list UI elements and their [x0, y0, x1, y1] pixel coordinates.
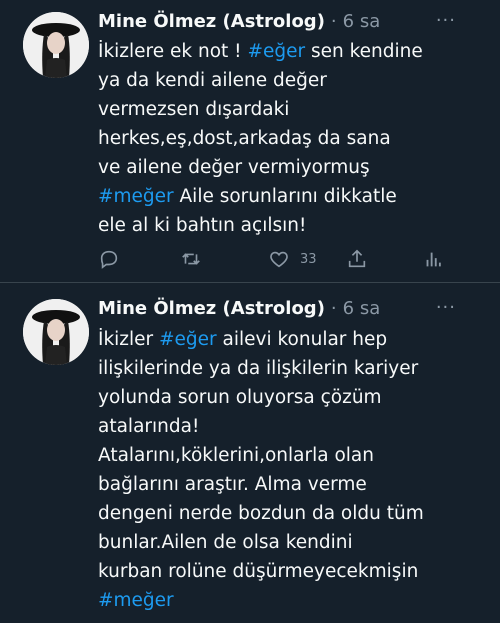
tweet-text-segment: vermezsen dışardaki — [98, 99, 290, 120]
timestamp[interactable]: 6 sa — [343, 11, 381, 32]
tweet-text-line: İkizler #eğer ailevi konular hep — [98, 325, 490, 354]
reply-icon — [100, 250, 118, 269]
tweet-text-line: bağlarını araştır. Alma verme — [98, 470, 490, 499]
author-avatar[interactable] — [23, 299, 89, 365]
tweet-text-line: ya da kendi ailene değer — [98, 66, 490, 95]
tweet-text-segment: herkes,eş,dost,arkadaş da sana — [98, 128, 391, 149]
tweet-text-line: kurban rolüne düşürmeyecekmişin — [98, 557, 490, 586]
header-separator: · — [330, 297, 337, 319]
more-options-icon[interactable]: ··· — [436, 297, 456, 318]
tweet-text-segment: ve ailene değer vermiyormuş — [98, 157, 370, 178]
tweet-text-line: ilişkilerinde ya da ilişkilerin kariyer — [98, 354, 490, 383]
hashtag-link[interactable]: #meğer — [98, 590, 174, 611]
tweet-text-segment: ele al ki bahtın açılsın! — [98, 215, 307, 236]
tweet-text: İkizler #eğer ailevi konular hep ilişkile… — [98, 325, 490, 615]
analytics-icon — [426, 252, 441, 267]
author-avatar[interactable] — [23, 12, 89, 78]
tweet-text-segment: ilişkilerinde ya da ilişkilerin kariyer — [98, 358, 419, 379]
tweet-text-line: bunlar.Ailen de olsa kendini — [98, 528, 490, 557]
tweet-text-segment: atalarında! — [98, 416, 200, 437]
tweet-text-segment: dengeni nerde bozdun da oldu tüm — [98, 503, 424, 524]
tweet-text-segment: bağlarını araştır. Alma verme — [98, 474, 367, 495]
tweet-text-segment: kurban rolüne düşürmeyecekmişin — [98, 561, 419, 582]
tweet-text-line: atalarında! — [98, 412, 490, 441]
like-count: 33 — [300, 251, 317, 267]
reply-button[interactable] — [98, 248, 120, 270]
author-name[interactable]: Mine Ölmez (Astrolog) — [98, 11, 325, 32]
hashtag-link[interactable]: #meğer — [98, 186, 174, 207]
tweet-text-segment: ya da kendi ailene değer — [98, 70, 327, 91]
tweet-text-line: yolunda sorun oluyorsa çözüm — [98, 383, 490, 412]
tweet-text-line: herkes,eş,dost,arkadaş da sana — [98, 124, 490, 153]
tweet-text-line: ele al ki bahtın açılsın! — [98, 211, 490, 240]
tweet-1[interactable]: Mine Ölmez (Astrolog) · 6 sa ··· İkizler… — [0, 0, 500, 282]
tweet-actions: 33 — [98, 248, 458, 272]
tweet-text-segment: Aile sorunlarını dikkatle — [173, 186, 397, 207]
share-button[interactable] — [346, 248, 368, 270]
timestamp[interactable]: 6 sa — [343, 298, 381, 319]
tweet-text-line: #meğer Aile sorunlarını dikkatle — [98, 182, 490, 211]
hashtag-link[interactable]: #eğer — [247, 41, 305, 62]
tweet-text-line: #meğer — [98, 586, 490, 615]
retweet-icon — [182, 253, 200, 265]
header-separator: · — [330, 10, 337, 32]
tweet-text-line: Atalarını,köklerini,onlarla olan — [98, 441, 490, 470]
tweet-text-segment: yolunda sorun oluyorsa çözüm — [98, 387, 382, 408]
tweet-text-line: dengeni nerde bozdun da oldu tüm — [98, 499, 490, 528]
like-button[interactable]: 33 — [268, 248, 317, 270]
author-name[interactable]: Mine Ölmez (Astrolog) — [98, 298, 325, 319]
heart-icon — [270, 251, 288, 268]
hashtag-link[interactable]: #eğer — [159, 329, 217, 350]
tweet-text-segment: ailevi konular hep — [216, 329, 388, 350]
tweet-text-segment: sen kendine — [305, 41, 423, 62]
tweet-text-segment: Atalarını,köklerini,onlarla olan — [98, 445, 374, 466]
retweet-button[interactable] — [180, 248, 202, 270]
tweet-text: İkizlere ek not ! #eğer sen kendine ya da… — [98, 37, 490, 240]
tweet-text-line: ve ailene değer vermiyormuş — [98, 153, 490, 182]
analytics-button[interactable] — [422, 248, 444, 270]
tweet-text-line: İkizlere ek not ! #eğer sen kendine — [98, 37, 490, 66]
share-icon — [348, 249, 366, 268]
more-options-icon[interactable]: ··· — [436, 10, 456, 31]
tweet-text-segment: İkizler — [98, 329, 160, 350]
tweet-text-line: vermezsen dışardaki — [98, 95, 490, 124]
tweet-text-segment: İkizlere ek not ! — [98, 41, 248, 62]
tweet-text-segment: bunlar.Ailen de olsa kendini — [98, 532, 353, 553]
tweet-2[interactable]: Mine Ölmez (Astrolog) · 6 sa ··· İkizler… — [0, 283, 500, 623]
